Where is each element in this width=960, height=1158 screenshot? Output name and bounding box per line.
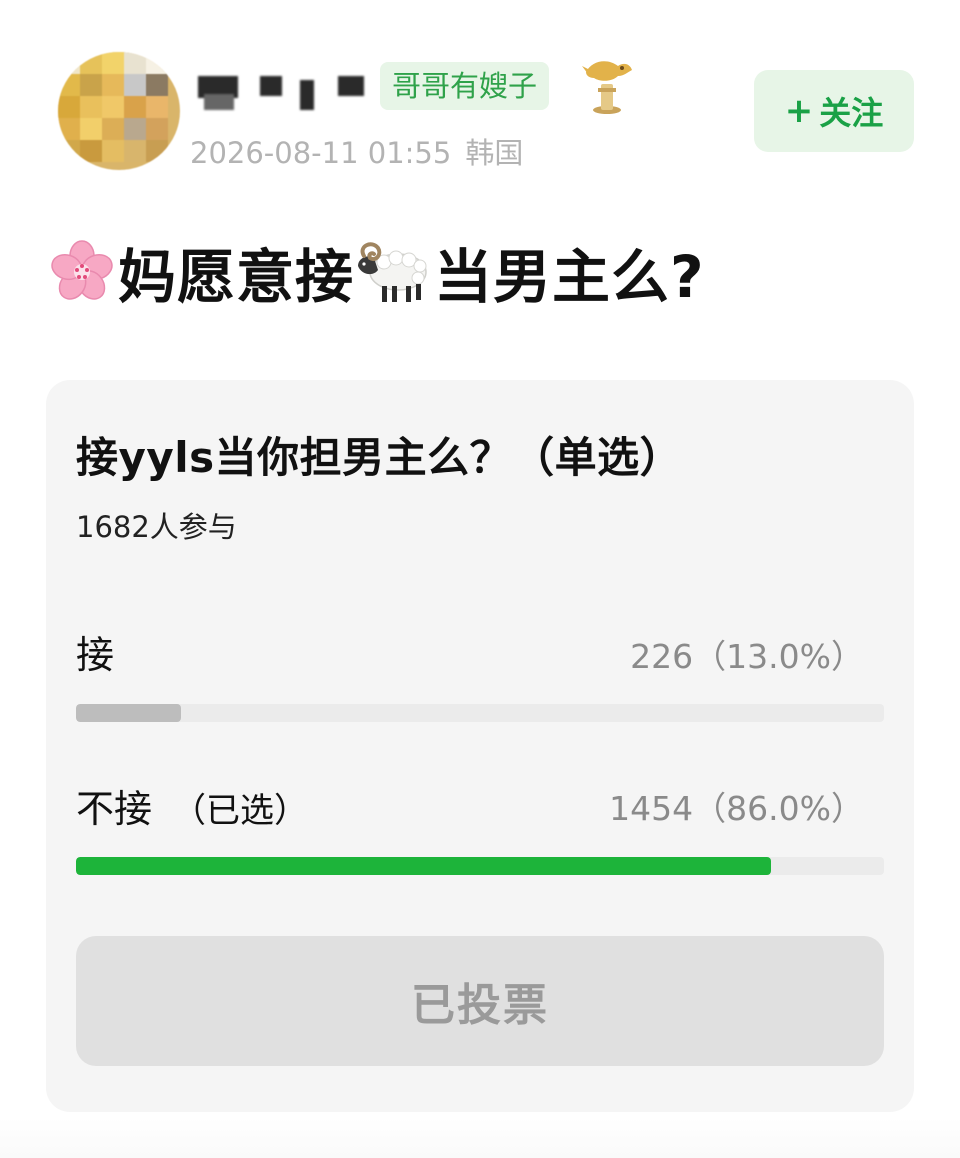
poll-option-1-count: 226（13.0%） <box>630 637 864 676</box>
plus-icon: + <box>784 91 814 131</box>
post-title: 妈愿意接 当男主么? <box>46 232 705 312</box>
bottom-fade <box>0 1118 960 1158</box>
poll-option-2-count: 1454（86.0%） <box>609 789 864 828</box>
cherry-blossom-icon <box>51 240 113 300</box>
post-title-part-1: 妈愿意接 <box>118 243 355 311</box>
username-obscured[interactable] <box>198 72 368 112</box>
poll-option-2-bar-fill <box>76 857 771 875</box>
user-tag-badge[interactable]: 哥哥有嫂子 <box>380 62 550 110</box>
post-title-part-2: 当男主么? <box>434 243 705 311</box>
voted-button[interactable]: 已投票 <box>76 936 884 1066</box>
post-location: 韩国 <box>465 136 524 170</box>
avatar[interactable] <box>58 52 180 170</box>
post-timestamp: 2026-08-11 01:55 <box>190 136 452 170</box>
poll-participant-count: 1682人参与 <box>76 510 237 544</box>
poll-option-1-bar-fill <box>76 704 182 722</box>
post-meta: 2026-08-11 01:55 韩国 <box>190 130 523 172</box>
poll-option-1-text: 接 <box>76 633 115 677</box>
poll-card: 接yyls当你担男主么？（单选） 1682人参与 接 226（13.0%） 不接… <box>46 380 914 1112</box>
poll-option-2-text: 不接 <box>76 787 153 831</box>
ram-icon <box>358 242 427 302</box>
poll-option-2-selected-note: （已选） <box>172 791 309 831</box>
trophy-icon <box>582 61 632 114</box>
poll-question: 接yyls当你担男主么？（单选） <box>76 433 683 482</box>
poll-option-2-label[interactable]: 不接 （已选） <box>76 778 308 833</box>
follow-button[interactable]: + 关注 <box>754 70 914 152</box>
follow-label: 关注 <box>819 94 884 132</box>
poll-option-1-bar-track <box>76 704 884 722</box>
poll-option-2-bar-track <box>76 857 884 875</box>
poll-option-1-label[interactable]: 接 <box>76 624 134 679</box>
